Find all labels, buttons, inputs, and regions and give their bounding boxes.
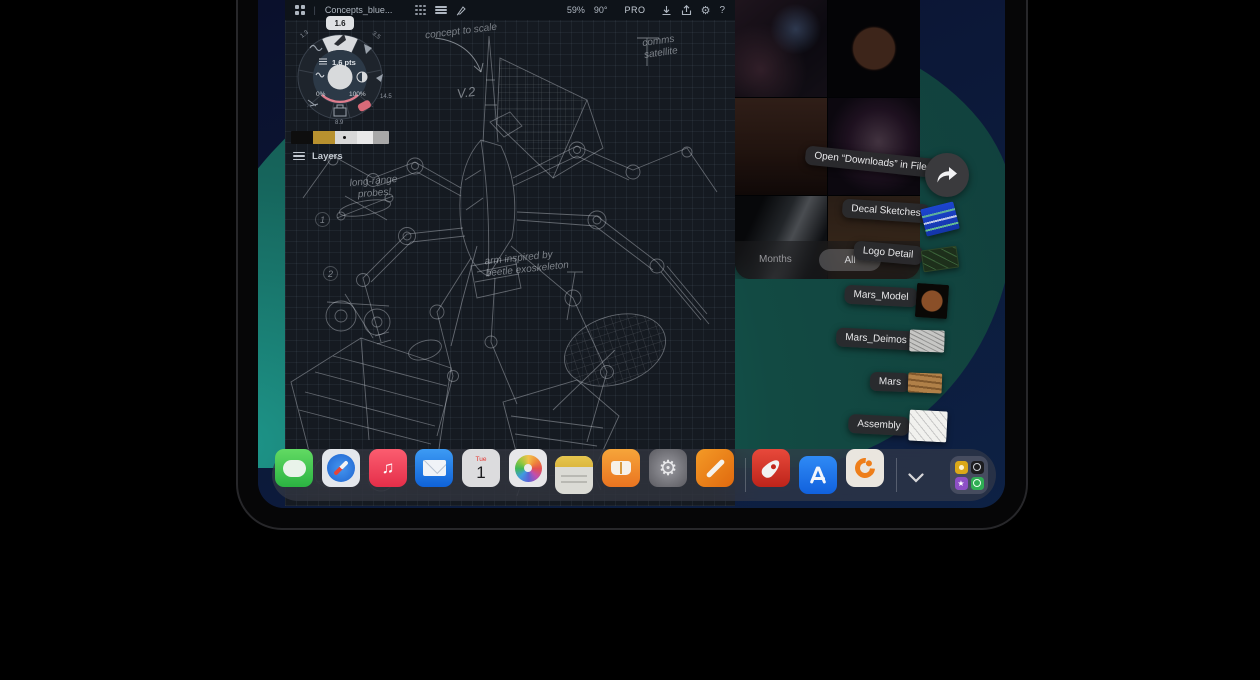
home-grid-icon[interactable] <box>295 5 305 15</box>
drag-thumb-assembly[interactable] <box>908 410 948 443</box>
rotation-value[interactable]: 90° <box>594 5 608 15</box>
layers-label: Layers <box>312 151 343 162</box>
books-icon <box>611 461 631 475</box>
brush-size-right: 3.5 <box>371 31 382 41</box>
swatch-gray[interactable] <box>373 131 389 144</box>
toolbar-divider: | <box>314 5 316 15</box>
photos-slideover-window: Months All <box>735 0 920 279</box>
color-swatch-strip[interactable] <box>291 131 389 144</box>
document-title[interactable]: Concepts_blue... <box>325 5 393 15</box>
dock-app-rocket[interactable] <box>752 449 790 487</box>
import-icon[interactable] <box>661 5 672 16</box>
dock-app-settings[interactable]: ⚙ <box>649 449 687 487</box>
annotation-version: V.2 <box>456 85 476 102</box>
active-brush-size-flag: 1.6 <box>334 19 346 28</box>
layers-panel-toggle[interactable]: Layers <box>293 150 343 162</box>
drag-thumb-mars[interactable] <box>908 372 943 393</box>
layers-menu-icon[interactable] <box>435 4 447 15</box>
brush-size-bottom-right: 14.5 <box>380 94 392 100</box>
stage: concept to scale comms satellite V.2 lon… <box>0 0 1260 680</box>
zoom-level[interactable]: 59% <box>567 5 585 15</box>
ipad-screen: concept to scale comms satellite V.2 lon… <box>258 0 1005 508</box>
drag-thumb-mars-deimos[interactable] <box>909 329 945 352</box>
camera-mini-icon <box>971 461 984 474</box>
swatch-light-gray-selected[interactable] <box>335 131 357 144</box>
mail-envelope-icon <box>423 460 446 476</box>
music-note-icon: ♫ <box>382 458 395 478</box>
swatch-gold[interactable] <box>313 131 335 144</box>
chevron-down-icon[interactable] <box>908 470 924 488</box>
annotation-marker-1: 1 <box>315 212 330 227</box>
brush-size-bottom: 8.9 <box>335 120 344 126</box>
swatch-white[interactable] <box>357 131 373 144</box>
opacity-max-label: 100% <box>349 91 366 98</box>
rocket-icon <box>759 456 782 479</box>
share-drop-badge[interactable] <box>925 153 969 197</box>
drag-item-label[interactable]: Mars <box>870 372 911 392</box>
concepts-app-window: concept to scale comms satellite V.2 lon… <box>285 0 735 506</box>
dock-app-safari[interactable] <box>322 449 360 487</box>
dock-app-messages[interactable] <box>275 449 313 487</box>
dock-app-music[interactable]: ♫ <box>369 449 407 487</box>
brush-size-left: 1.3 <box>300 29 311 39</box>
dock-app-calendar[interactable]: Tue 1 <box>462 449 500 487</box>
annotation-marker-2: 2 <box>323 266 338 281</box>
forward-arrow-icon <box>936 166 958 184</box>
dock-app-appstore[interactable] <box>799 456 837 494</box>
tips-mini-icon <box>955 461 968 474</box>
pen-tool-icon[interactable] <box>456 5 467 16</box>
tool-wheel[interactable]: 1.6 1.6 pts <box>290 16 394 128</box>
drag-dim-overlay <box>735 0 920 279</box>
dock-divider <box>896 458 897 492</box>
safari-compass-icon <box>327 454 355 482</box>
drag-thumb-mars-model[interactable] <box>915 283 949 319</box>
export-share-icon[interactable] <box>681 5 692 16</box>
opacity-min-label: 0% <box>316 91 326 98</box>
layers-icon <box>293 150 305 162</box>
dock-app-notes[interactable] <box>555 456 593 494</box>
calendar-day: 1 <box>476 464 485 482</box>
dock-app-mail[interactable] <box>415 449 453 487</box>
dock: ♫ Tue 1 ⚙ ★ <box>272 449 996 501</box>
messages-bubble-icon <box>283 460 306 477</box>
swatch-black[interactable] <box>291 131 313 144</box>
grid-settings-icon[interactable] <box>415 5 426 16</box>
settings-gear-icon[interactable]: ⚙ <box>701 4 711 17</box>
dock-app-library[interactable]: ★ <box>950 456 988 494</box>
segment-months[interactable]: Months <box>759 254 792 265</box>
settings-gear-glyph: ⚙ <box>659 456 678 481</box>
drag-item-label[interactable]: Mars_Model <box>844 285 918 308</box>
concepts-pen-icon <box>705 458 725 478</box>
drag-item-label[interactable]: Assembly <box>848 414 910 436</box>
star-mini-icon: ★ <box>955 477 968 490</box>
app-library-mini-grid: ★ <box>955 461 984 490</box>
dock-app-books[interactable] <box>602 449 640 487</box>
help-button[interactable]: ? <box>719 5 725 16</box>
dock-app-concepts[interactable] <box>696 449 734 487</box>
brush-size-readout: 1.6 pts <box>332 58 356 67</box>
dock-divider <box>745 458 746 492</box>
dock-app-photos[interactable] <box>509 449 547 487</box>
c-swirl-icon <box>851 454 879 482</box>
pro-badge[interactable]: PRO <box>625 5 646 15</box>
dock-app-orange-c[interactable] <box>846 449 884 487</box>
activity-mini-icon <box>971 477 984 490</box>
photos-flower-icon <box>515 455 542 482</box>
